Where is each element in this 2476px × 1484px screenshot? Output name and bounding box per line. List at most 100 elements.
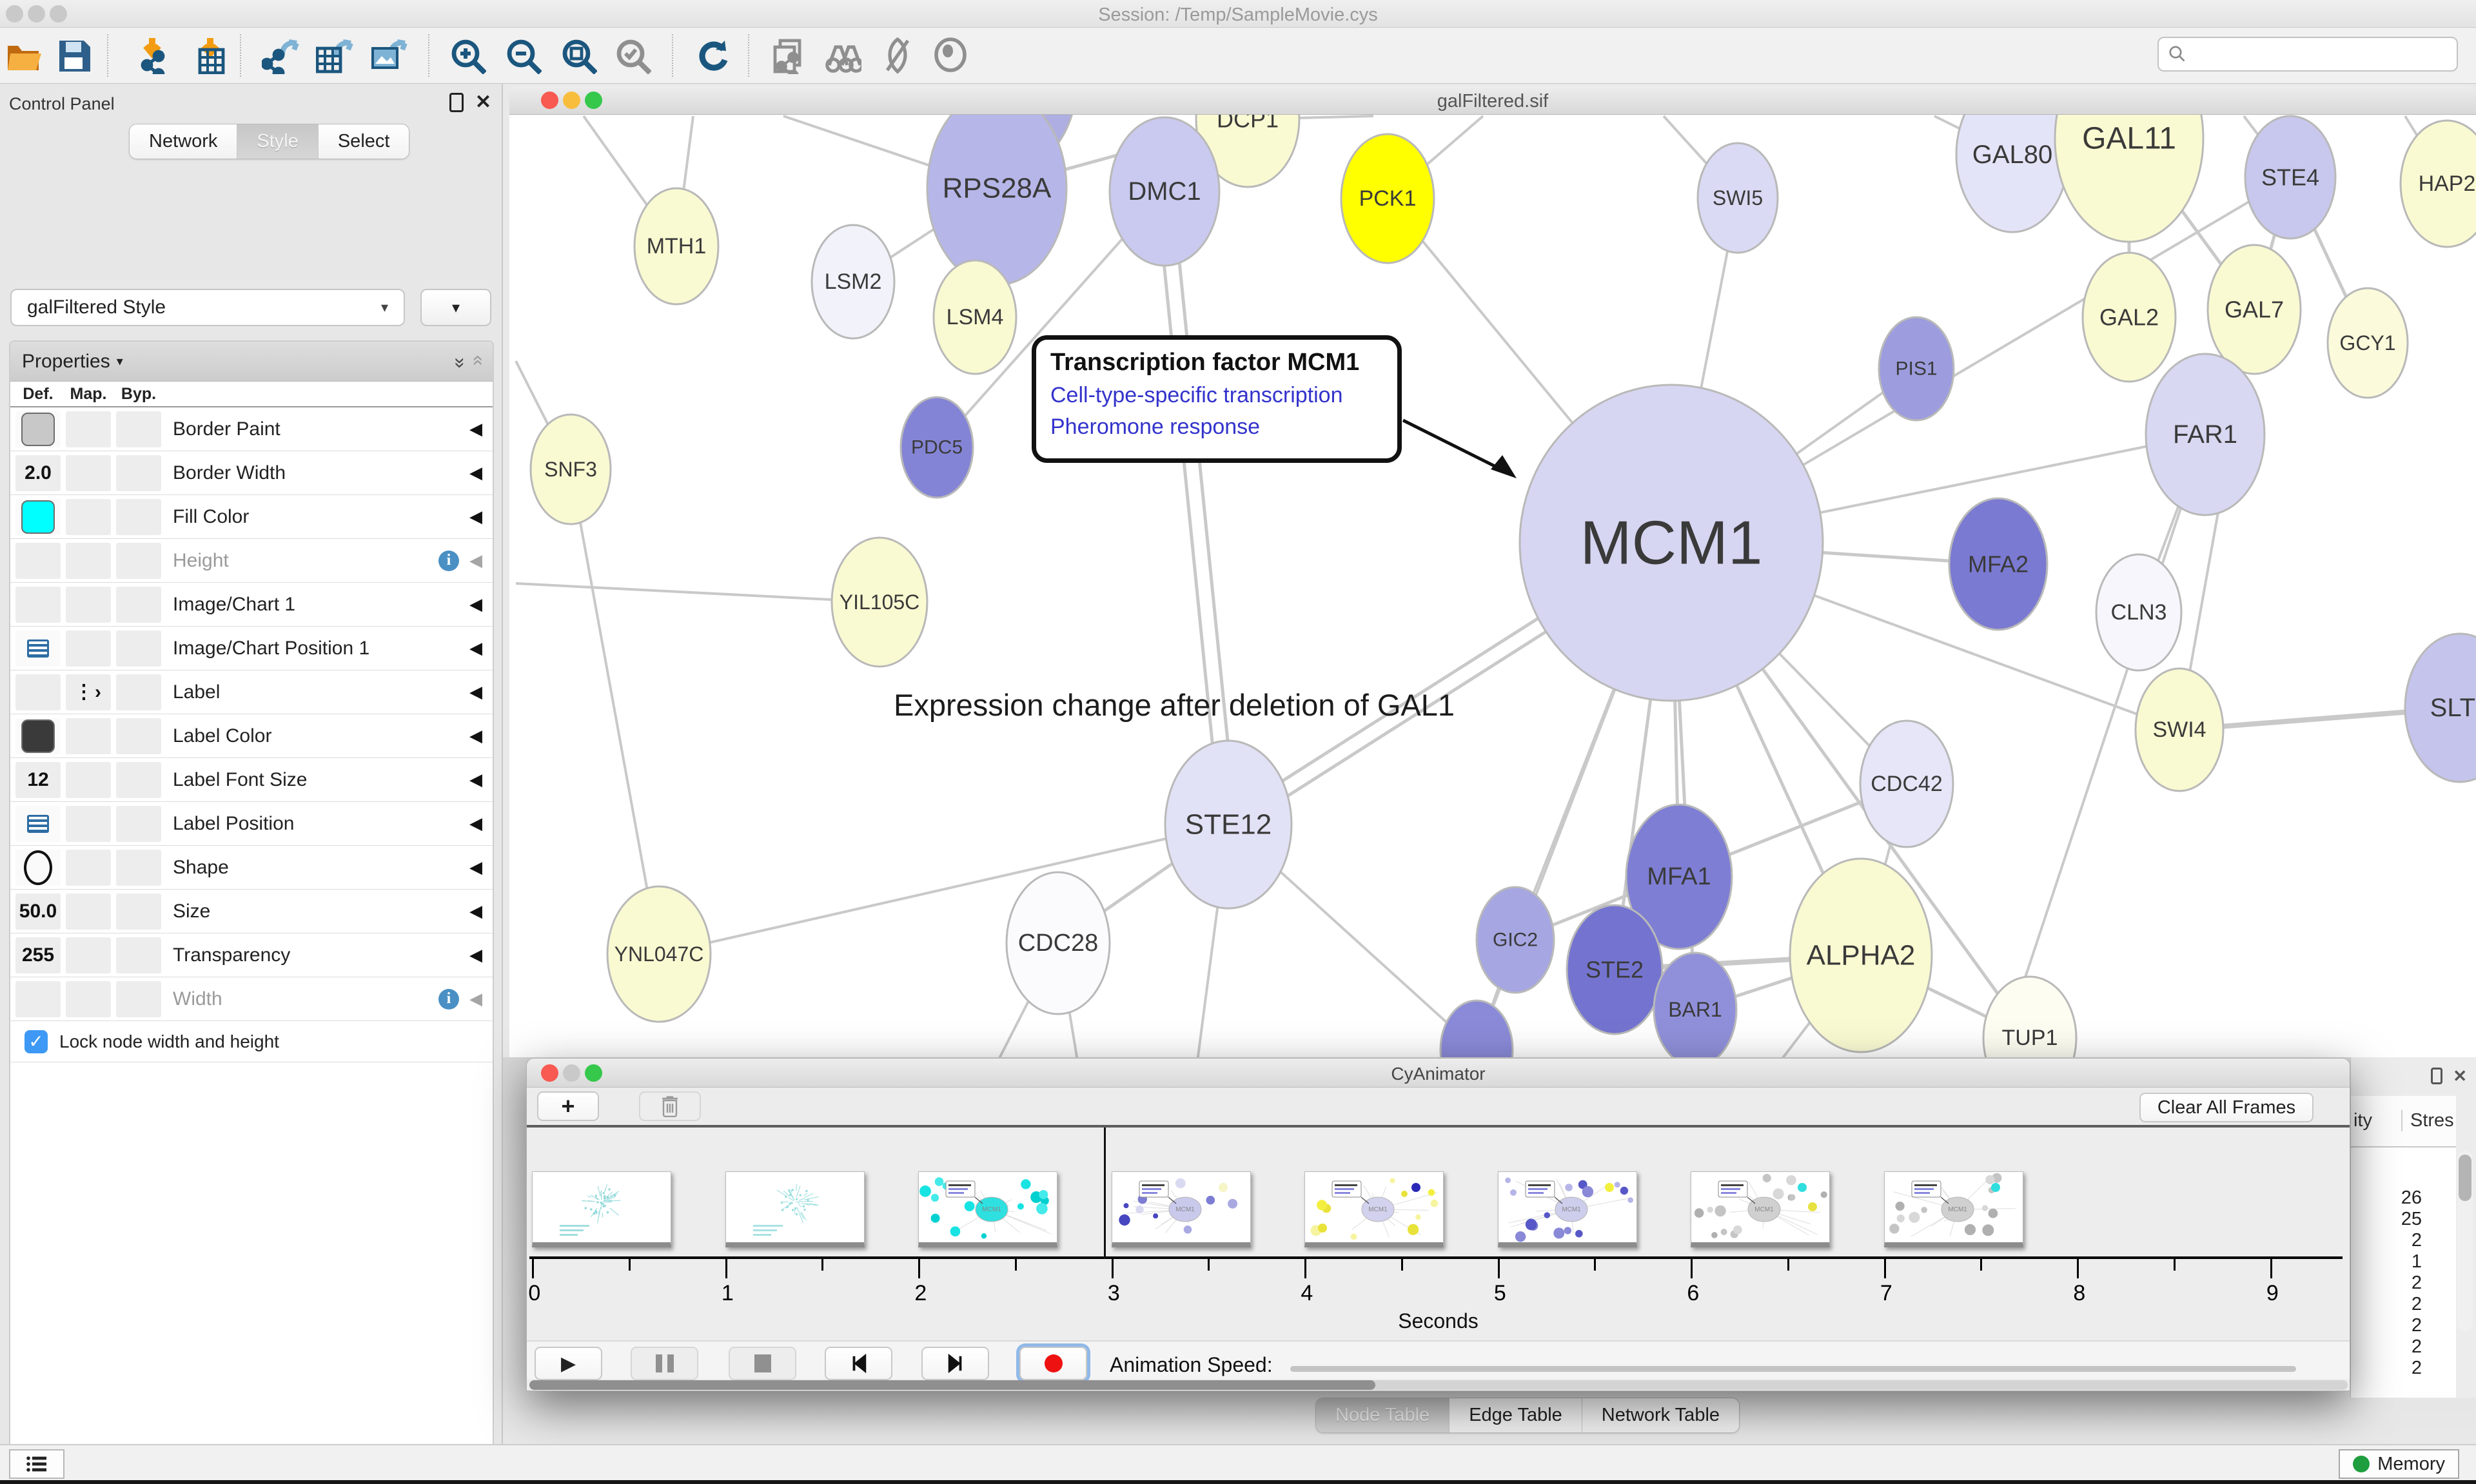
style-options-button[interactable]: ▾ xyxy=(420,289,491,326)
duplicate-network-icon[interactable] xyxy=(769,35,809,75)
go-to-start-button[interactable] xyxy=(825,1347,892,1380)
default-value[interactable]: 50.0 xyxy=(19,901,57,923)
expand-row-arrow[interactable]: ◀ xyxy=(469,901,482,921)
timeline-scrollbar[interactable] xyxy=(529,1380,2348,1390)
float-panel-icon[interactable] xyxy=(449,93,464,112)
frame-thumbnail-4[interactable]: MCM1 xyxy=(1304,1171,1444,1247)
open-session-icon[interactable] xyxy=(4,35,44,75)
property-row[interactable]: Label Position ◀ xyxy=(10,802,493,846)
property-row[interactable]: Shape ◀ xyxy=(10,846,493,890)
clear-all-frames-button[interactable]: Clear All Frames xyxy=(2139,1093,2314,1122)
annotation-link[interactable]: Pheromone response xyxy=(1050,415,1383,440)
expand-row-arrow[interactable]: ◀ xyxy=(469,726,482,746)
property-row[interactable]: 2.0 Border Width ◀ xyxy=(10,451,493,495)
frame-thumbnail-2[interactable]: MCM1 xyxy=(918,1171,1057,1247)
frame-thumbnail-3[interactable]: MCM1 xyxy=(1112,1171,1251,1247)
memory-button[interactable]: Memory xyxy=(2339,1449,2459,1479)
tab-select[interactable]: Select xyxy=(319,124,409,159)
expand-row-arrow[interactable]: ◀ xyxy=(469,638,482,658)
task-history-button[interactable] xyxy=(9,1449,64,1479)
table-tab-network-table[interactable]: Network Table xyxy=(1582,1398,1739,1432)
import-network-icon[interactable] xyxy=(133,35,173,75)
collapse-all-icon[interactable]: » xyxy=(466,357,488,366)
frame-thumbnail-5[interactable]: MCM1 xyxy=(1498,1171,1637,1247)
pause-button[interactable] xyxy=(631,1347,698,1380)
default-value[interactable]: 12 xyxy=(27,769,48,791)
zoom-selected-icon[interactable] xyxy=(613,35,653,75)
go-to-end-button[interactable] xyxy=(921,1347,989,1380)
export-image-icon[interactable] xyxy=(369,35,409,75)
property-row[interactable]: Label Color ◀ xyxy=(10,714,493,758)
search-input[interactable] xyxy=(2194,43,2457,65)
expand-row-arrow[interactable]: ◀ xyxy=(469,682,482,702)
expand-row-arrow[interactable]: ◀ xyxy=(469,945,482,965)
default-swatch[interactable] xyxy=(21,500,55,534)
style-selector[interactable]: galFiltered Style ▾ xyxy=(10,289,405,326)
zoom-fit-icon[interactable] xyxy=(558,35,598,75)
property-row[interactable]: Image/Chart Position 1 ◀ xyxy=(10,627,493,670)
show-details-icon[interactable] xyxy=(931,35,971,75)
export-network-icon[interactable] xyxy=(260,35,300,75)
stop-button[interactable] xyxy=(729,1347,796,1380)
property-row[interactable]: Border Paint ◀ xyxy=(10,407,493,451)
property-row[interactable]: 255 Transparency ◀ xyxy=(10,933,493,977)
column-ity[interactable]: ity xyxy=(2353,1110,2372,1131)
lock-size-checkbox[interactable]: ✓ xyxy=(25,1030,48,1053)
expand-row-arrow[interactable]: ◀ xyxy=(469,463,482,483)
default-value[interactable]: 2.0 xyxy=(25,462,52,484)
table-tab-edge-table[interactable]: Edge Table xyxy=(1449,1398,1582,1432)
annotation-link[interactable]: Cell-type-specific transcription xyxy=(1050,383,1383,408)
hide-details-icon[interactable] xyxy=(878,35,918,75)
record-button[interactable] xyxy=(1019,1347,1087,1380)
expand-row-arrow[interactable]: ◀ xyxy=(469,770,482,790)
default-swatch[interactable] xyxy=(21,719,55,753)
default-value[interactable]: 255 xyxy=(22,944,54,966)
property-row[interactable]: ⋮› Label ◀ xyxy=(10,670,493,714)
node-GAL80[interactable] xyxy=(1956,115,2068,232)
frame-thumbnail-7[interactable]: MCM1 xyxy=(1884,1171,2023,1247)
float-table-icon[interactable] xyxy=(2431,1068,2442,1084)
tab-style[interactable]: Style xyxy=(237,124,318,159)
discrete-mapping-icon[interactable]: ⋮› xyxy=(74,681,103,703)
expand-row-arrow[interactable]: ◀ xyxy=(469,507,482,527)
property-row[interactable]: 12 Label Font Size ◀ xyxy=(10,758,493,802)
shape-ellipse-icon[interactable] xyxy=(24,850,52,885)
delete-frame-button[interactable] xyxy=(639,1091,701,1121)
timeline[interactable]: Seconds 0123456789MCM1MCM1MCM1MCM1MCM1MC… xyxy=(527,1128,2350,1340)
refresh-view-icon[interactable] xyxy=(691,35,731,75)
save-session-icon[interactable] xyxy=(54,35,94,75)
property-row[interactable]: Width i ◀ xyxy=(10,977,493,1021)
column-stress[interactable]: Stres xyxy=(2401,1110,2454,1131)
add-frame-button[interactable]: + xyxy=(537,1091,599,1121)
find-network-icon[interactable] xyxy=(823,35,863,75)
property-row[interactable]: 50.0 Size ◀ xyxy=(10,890,493,933)
export-table-icon[interactable] xyxy=(315,35,355,75)
frame-thumbnail-0[interactable] xyxy=(532,1171,671,1247)
node-NODE_B[interactable] xyxy=(1440,1001,1513,1057)
property-row[interactable]: Image/Chart 1 ◀ xyxy=(10,583,493,627)
property-row[interactable]: Fill Color ◀ xyxy=(10,495,493,539)
close-table-icon[interactable]: ✕ xyxy=(2453,1066,2467,1086)
close-panel-icon[interactable]: ✕ xyxy=(475,93,491,112)
timeline-scrollbar-thumb[interactable] xyxy=(529,1380,1375,1390)
table-scrollbar[interactable] xyxy=(2457,1151,2473,1331)
expand-row-arrow[interactable]: ◀ xyxy=(469,551,482,571)
expand-row-arrow[interactable]: ◀ xyxy=(469,857,482,877)
position-icon[interactable] xyxy=(27,815,49,833)
frame-thumbnail-1[interactable] xyxy=(725,1171,865,1247)
annotation-box[interactable]: Transcription factor MCM1 Cell-type-spec… xyxy=(1032,335,1402,463)
position-icon[interactable] xyxy=(27,639,49,658)
play-button[interactable]: ▶ xyxy=(535,1347,602,1380)
properties-menu-icon[interactable]: ▾ xyxy=(117,353,123,369)
expand-row-arrow[interactable]: ◀ xyxy=(469,419,482,439)
animation-speed-slider[interactable] xyxy=(1290,1366,2296,1372)
zoom-out-icon[interactable] xyxy=(503,35,543,75)
default-swatch[interactable] xyxy=(21,413,55,446)
network-canvas[interactable]: RPS28BDCP1RPS28ADMC1PCK1SWI5GAL80GAL11ST… xyxy=(509,115,2476,1057)
expand-row-arrow[interactable]: ◀ xyxy=(469,814,482,834)
tab-network[interactable]: Network xyxy=(130,124,237,159)
expand-row-arrow[interactable]: ◀ xyxy=(469,989,482,1009)
import-table-icon[interactable] xyxy=(191,35,231,75)
zoom-in-icon[interactable] xyxy=(447,35,487,75)
property-row[interactable]: Height i ◀ xyxy=(10,539,493,583)
